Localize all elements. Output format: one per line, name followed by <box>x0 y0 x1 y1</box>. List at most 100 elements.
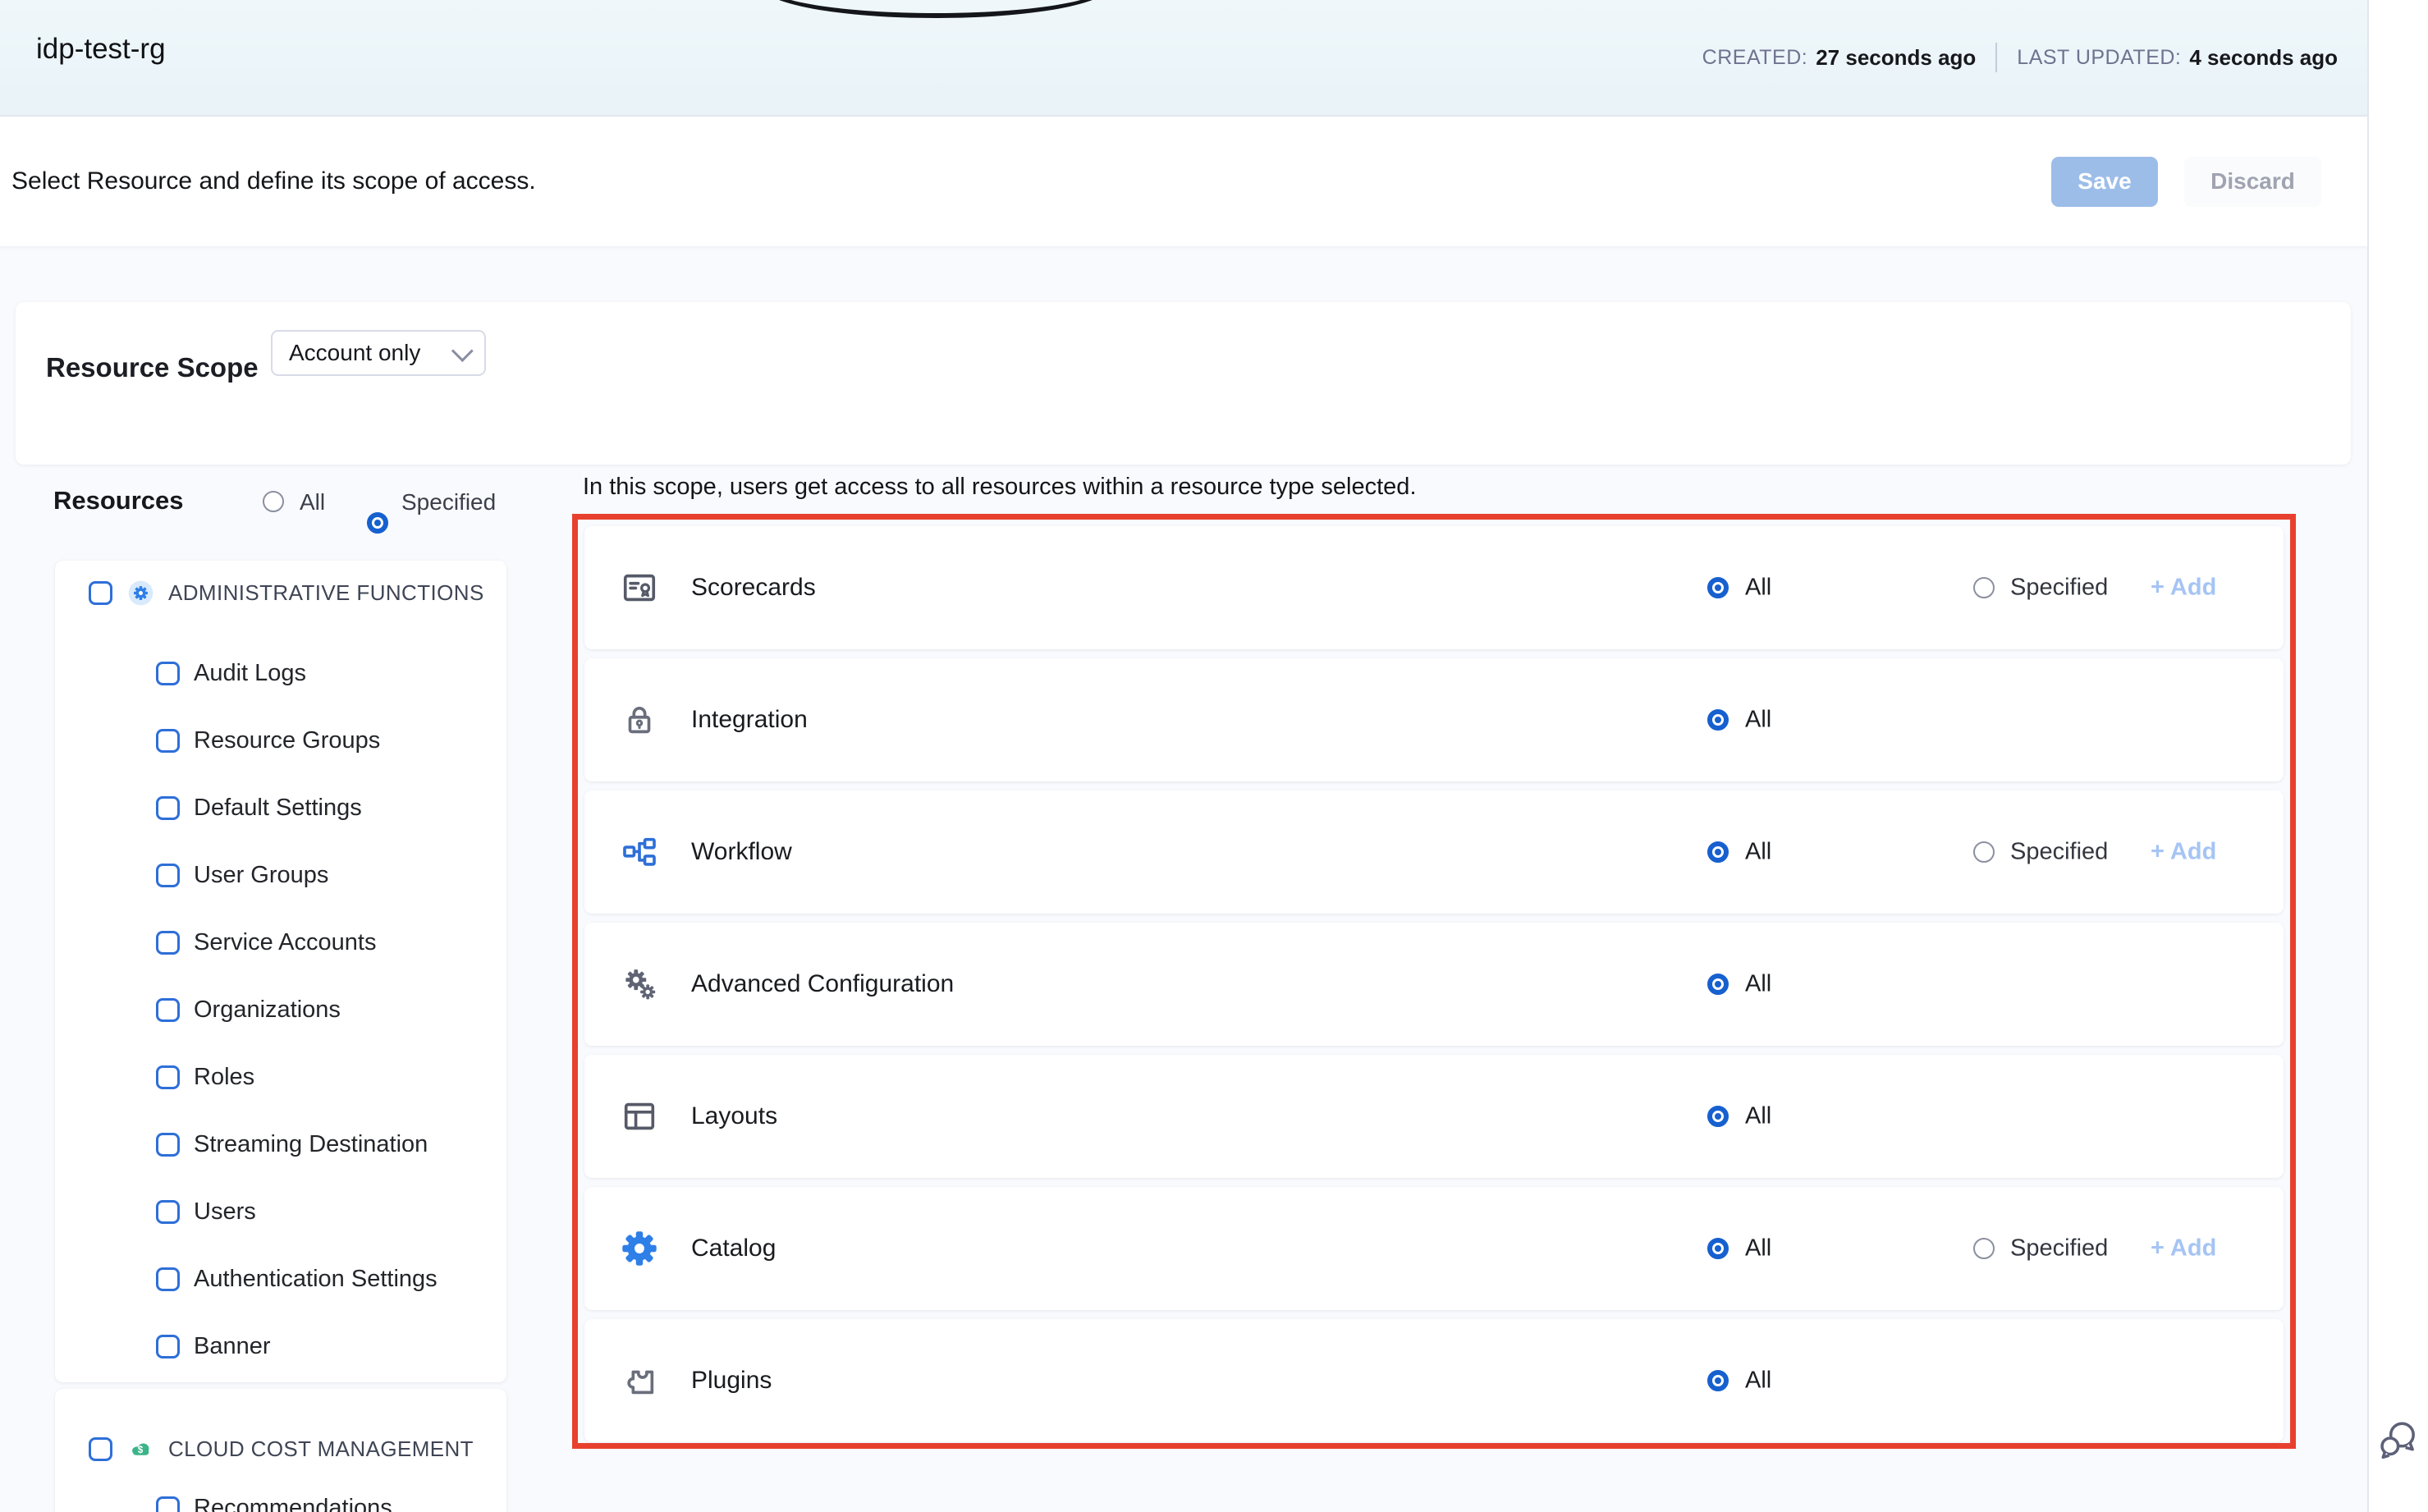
created-value: 27 seconds ago <box>1816 45 1976 71</box>
toolbar-description: Select Resource and define its scope of … <box>11 167 536 195</box>
resource-item-label: Recommendations <box>194 1495 392 1512</box>
specified-radio[interactable] <box>1973 841 1995 863</box>
resource-item-row: User Groups <box>55 841 506 909</box>
gears-icon <box>621 965 658 1003</box>
resource-type-row: PluginsAll <box>584 1319 2284 1442</box>
specified-radio[interactable] <box>1973 1238 1995 1259</box>
created-label: CREATED: <box>1702 46 1808 70</box>
last-updated-label: LAST UPDATED: <box>2017 46 2181 70</box>
resource-group-label: CLOUD COST MANAGEMENT <box>168 1436 474 1462</box>
resource-item-checkbox[interactable] <box>156 729 180 753</box>
all-radio[interactable] <box>1707 1370 1729 1391</box>
group-checkbox[interactable] <box>89 1437 112 1461</box>
resource-item-row: Authentication Settings <box>55 1245 506 1313</box>
resource-item-checkbox[interactable] <box>156 1496 180 1512</box>
all-radio[interactable] <box>1707 1238 1729 1259</box>
discard-button[interactable]: Discard <box>2184 157 2321 207</box>
save-button[interactable]: Save <box>2051 157 2158 207</box>
resource-item-checkbox[interactable] <box>156 931 180 955</box>
resource-scope-dropdown[interactable]: Account only <box>271 330 486 376</box>
resource-type-label: Advanced Configuration <box>691 970 954 998</box>
resource-item-label: User Groups <box>194 862 328 889</box>
layout-icon <box>621 1097 658 1135</box>
resource-type-row: WorkflowAllSpecified+ Add <box>584 790 2284 914</box>
specified-radio-label: Specified <box>2010 1235 2108 1262</box>
svg-text:$: $ <box>138 1445 144 1455</box>
right-strip <box>2367 0 2428 1512</box>
meta-divider <box>1995 43 1997 72</box>
resources-header: Resources All Specified <box>53 486 513 520</box>
lock-icon <box>621 701 658 739</box>
specified-radio[interactable] <box>1973 577 1995 598</box>
resources-card: $ CLOUD COST MANAGEMENT Recommendations <box>55 1389 506 1512</box>
add-link[interactable]: + Add <box>2151 1235 2216 1262</box>
all-radio[interactable] <box>1707 974 1729 995</box>
resource-item-label: Streaming Destination <box>194 1131 428 1158</box>
resource-item-checkbox[interactable] <box>156 1133 180 1157</box>
resource-item-label: Audit Logs <box>194 660 306 687</box>
add-link[interactable]: + Add <box>2151 575 2216 602</box>
specified-radio-label: Specified <box>2010 839 2108 866</box>
resource-item-label: Users <box>194 1198 256 1226</box>
resource-item-label: Roles <box>194 1064 254 1091</box>
resource-item-row: Streaming Destination <box>55 1111 506 1178</box>
chat-help-icon[interactable] <box>2377 1418 2418 1459</box>
resource-item-label: Banner <box>194 1333 271 1360</box>
resource-item-checkbox[interactable] <box>156 796 180 820</box>
resources-all-radio[interactable] <box>263 491 284 512</box>
all-radio[interactable] <box>1707 709 1729 731</box>
resource-item-row: Users <box>55 1178 506 1245</box>
all-radio[interactable] <box>1707 577 1729 598</box>
resource-item-label: Service Accounts <box>194 929 376 956</box>
resource-type-row: Advanced Configuration All <box>584 923 2284 1046</box>
resource-scope-label: Resource Scope <box>46 352 259 383</box>
resource-item-checkbox[interactable] <box>156 998 180 1022</box>
resource-item-checkbox[interactable] <box>156 1065 180 1089</box>
resources-title: Resources <box>53 486 184 515</box>
resource-group-items: Audit Logs Resource Groups Default Setting… <box>55 639 506 1380</box>
resource-item-row: Roles <box>55 1043 506 1111</box>
all-radio[interactable] <box>1707 1106 1729 1127</box>
scope-panel-description: In this scope, users get access to all r… <box>583 474 1417 501</box>
resources-specified-radio[interactable] <box>367 512 388 534</box>
cloud-cost-icon: $ <box>128 1436 153 1462</box>
all-radio-label: All <box>1745 575 1771 602</box>
resource-type-row: ScorecardsAllSpecified+ Add <box>584 526 2284 649</box>
resource-item-row: Audit Logs <box>55 639 506 707</box>
all-radio-label: All <box>1745 839 1771 866</box>
resource-item-checkbox[interactable] <box>156 662 180 685</box>
resource-item-checkbox[interactable] <box>156 1267 180 1291</box>
resource-item-checkbox[interactable] <box>156 1335 180 1359</box>
add-link[interactable]: + Add <box>2151 839 2216 866</box>
group-checkbox[interactable] <box>89 581 112 605</box>
resource-group-items: Recommendations <box>55 1474 506 1512</box>
resource-item-label: Organizations <box>194 997 341 1024</box>
page: idp-test-rg CREATED: 27 seconds ago LAST… <box>0 0 2428 1512</box>
page-title: idp-test-rg <box>36 33 166 66</box>
catalog-gear-icon <box>621 1230 658 1267</box>
scorecard-icon <box>621 569 658 607</box>
resource-types-highlight-box: ScorecardsAllSpecified+ AddIntegrationAl… <box>572 514 2296 1449</box>
resource-item-row: Default Settings <box>55 774 506 841</box>
last-updated-value: 4 seconds ago <box>2189 45 2338 71</box>
resource-type-label: Plugins <box>691 1367 772 1395</box>
specified-radio-label: Specified <box>2010 575 2108 602</box>
resource-item-checkbox[interactable] <box>156 1200 180 1224</box>
resource-scope-value: Account only <box>289 340 420 366</box>
all-radio-label: All <box>1745 971 1771 998</box>
resource-item-row: Banner <box>55 1313 506 1380</box>
resource-type-label: Catalog <box>691 1235 776 1262</box>
resource-item-checkbox[interactable] <box>156 864 180 887</box>
resource-type-row: IntegrationAll <box>584 658 2284 781</box>
resource-type-label: Layouts <box>691 1102 777 1130</box>
admin-functions-icon <box>128 580 153 606</box>
all-radio[interactable] <box>1707 841 1729 863</box>
header-meta: CREATED: 27 seconds ago LAST UPDATED: 4 … <box>1702 0 2338 115</box>
resource-group-label: ADMINISTRATIVE FUNCTIONS <box>168 580 484 606</box>
toolbar: Select Resource and define its scope of … <box>0 117 2367 246</box>
resource-item-label: Resource Groups <box>194 727 380 754</box>
resource-item-row: Recommendations <box>55 1474 506 1512</box>
resource-type-row: LayoutsAll <box>584 1055 2284 1178</box>
resource-item-row: Organizations <box>55 976 506 1043</box>
page-header: idp-test-rg CREATED: 27 seconds ago LAST… <box>0 0 2367 117</box>
